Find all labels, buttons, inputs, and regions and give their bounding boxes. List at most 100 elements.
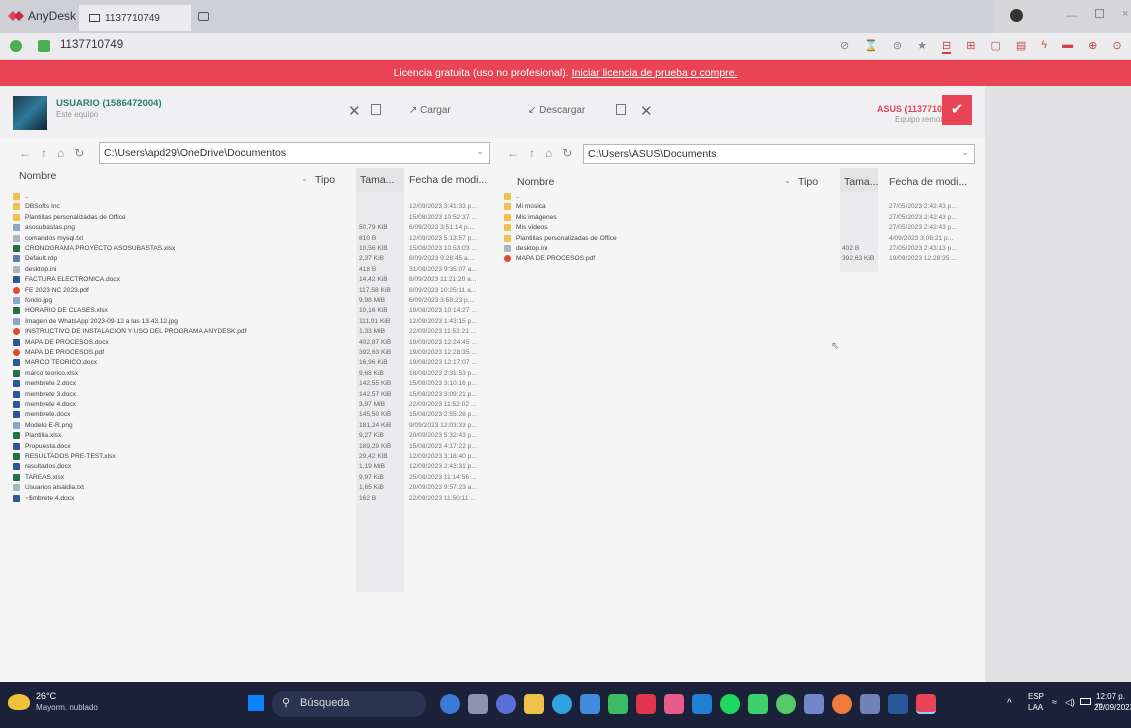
lang-sub-label[interactable]: LAA <box>1028 703 1043 712</box>
edge-icon[interactable] <box>552 694 572 714</box>
lang-label[interactable]: ESP <box>1028 692 1044 701</box>
refresh-icon[interactable]: ↻ <box>562 146 572 160</box>
file-row[interactable]: TAREAS.xlsx 9,97 KiB 25/08/2023 11:14:56 .… <box>0 473 492 484</box>
chrome-icon[interactable] <box>832 694 852 714</box>
weather-desc[interactable]: Mayorm. nublado <box>36 703 98 712</box>
close-icon[interactable]: ✕ <box>348 102 361 120</box>
file-row[interactable]: Plantillas personalizadas de Office 4/09/… <box>492 234 985 245</box>
sort-chevron-icon[interactable]: ⌄ <box>784 176 791 185</box>
profile-icon[interactable] <box>1010 9 1023 22</box>
file-row[interactable]: .. <box>0 192 492 203</box>
file-explorer-icon[interactable] <box>524 694 544 714</box>
app-grid-icon[interactable] <box>860 694 880 714</box>
back-icon[interactable]: ← <box>507 146 519 160</box>
store-icon[interactable] <box>580 694 600 714</box>
app-red-icon[interactable] <box>636 694 656 714</box>
new-folder-icon[interactable] <box>371 104 381 115</box>
file-row[interactable]: membrete 2.docx 142,55 KiB 15/08/2023 3:10… <box>0 379 492 390</box>
col-size[interactable]: Tama... <box>840 168 878 192</box>
minimize-icon[interactable]: — <box>1066 10 1077 22</box>
home-icon[interactable]: ⌂ <box>57 146 64 160</box>
file-row[interactable]: Propuesta.docx 189,29 KiB 15/08/2023 4:17:… <box>0 442 492 453</box>
wifi-icon[interactable]: ≈ <box>1052 697 1057 707</box>
plugin-icon[interactable]: ⊕ <box>1088 39 1097 54</box>
col-size[interactable]: Tama... <box>356 168 404 192</box>
new-folder-icon[interactable] <box>616 104 626 115</box>
home-icon[interactable]: ⌂ <box>545 146 552 160</box>
keyboard-icon[interactable]: ▬ <box>1062 39 1073 54</box>
file-row[interactable]: desktop.ini 418 B 31/08/2023 9:35:07 a... <box>0 265 492 276</box>
new-tab-icon[interactable] <box>198 12 209 21</box>
refresh-icon[interactable]: ↻ <box>74 146 84 160</box>
col-type[interactable]: Tipo <box>798 176 818 188</box>
hourglass-icon[interactable]: ⌛ <box>864 39 878 54</box>
start-icon[interactable] <box>248 695 264 711</box>
weather-temp[interactable]: 26°C <box>36 691 56 701</box>
file-row[interactable]: .. <box>492 192 985 203</box>
teams-icon[interactable] <box>804 694 824 714</box>
sort-chevron-icon[interactable]: ⌄ <box>301 174 308 183</box>
file-row[interactable]: desktop.ini 402 B 27/05/2023 2:43:13 p... <box>492 244 985 255</box>
file-row[interactable]: membrete.docx 145,50 KiB 15/08/2023 2:55:2… <box>0 410 492 421</box>
file-row[interactable]: Imagen de WhatsApp 2023-09-12 a las 13.4… <box>0 317 492 328</box>
file-row[interactable]: resultados.docx 1,19 MiB 12/09/2023 2:43:3… <box>0 462 492 473</box>
app-pink-icon[interactable] <box>664 694 684 714</box>
file-row[interactable]: Mis imágenes 27/05/2023 2:42:43 p... <box>492 213 985 224</box>
file-row[interactable]: membrete 4.docx 3,97 MiB 22/09/2023 11:52:… <box>0 400 492 411</box>
monitor-icon[interactable]: ▢ <box>990 39 1000 54</box>
app-l-icon[interactable] <box>608 694 628 714</box>
settings-icon[interactable]: ⊜ <box>893 39 902 54</box>
notes-icon[interactable] <box>748 694 768 714</box>
record-icon[interactable]: ⊙ <box>1112 39 1121 54</box>
file-row[interactable]: membrete 3.docx 142,57 KiB 15/08/2023 3:09… <box>0 390 492 401</box>
battery-icon[interactable] <box>1080 698 1091 705</box>
file-row[interactable]: DBSofts Inc 12/09/2023 3:41:33 p... <box>0 202 492 213</box>
upload-button[interactable]: ↗ Cargar <box>409 105 451 116</box>
file-transfer-icon[interactable]: ⊟ <box>942 39 952 54</box>
action-icon[interactable]: ϟ <box>1041 39 1047 54</box>
volume-icon[interactable]: ◁) <box>1065 697 1075 708</box>
file-row[interactable]: INSTRUCTIVO DE INSTALACION Y USO DEL PRO… <box>0 327 492 338</box>
file-row[interactable]: Plantilla.xlsx 9,27 KiB 20/09/2023 5:32:43… <box>0 431 492 442</box>
file-row[interactable]: marco teorico.xlsx 9,68 KiB 18/08/2023 2:3… <box>0 369 492 380</box>
file-row[interactable]: Mis vídeos 27/05/2023 2:42:43 p... <box>492 223 985 234</box>
chat-app-icon[interactable] <box>496 694 516 714</box>
file-row[interactable]: comandos mysql.txt 810 B 12/09/2023 5:13:5… <box>0 234 492 245</box>
word-icon[interactable] <box>888 694 908 714</box>
file-row[interactable]: fondo.jpg 9,98 MiB 6/09/2023 3:58:23 p.... <box>0 296 492 307</box>
back-icon[interactable]: ← <box>19 146 31 160</box>
file-row[interactable]: HORARIO DE CLASES.xlsx 10,16 KiB 19/08/202… <box>0 306 492 317</box>
col-name[interactable]: Nombre <box>19 170 56 182</box>
download-button[interactable]: ↙ Descargar <box>528 105 585 116</box>
file-row[interactable]: Modelo E-R.png 181,24 KiB 9/09/2023 12:03:… <box>0 421 492 432</box>
file-row[interactable]: MAPA DE PROCESOS.pdf 392,63 KiB 19/09/2023… <box>492 254 985 265</box>
file-row[interactable]: CRONOGRAMA PROYECTO ASOSUBASTAS.xlsx 10,5… <box>0 244 492 255</box>
file-row[interactable]: Default.rdp 2,37 KiB 8/09/2023 9:28:45 a..… <box>0 254 492 265</box>
close-icon[interactable]: × <box>1122 8 1128 20</box>
spotify-icon[interactable] <box>720 694 740 714</box>
license-link[interactable]: Iniciar licencia de prueba o compre. <box>572 67 738 79</box>
clock-date[interactable]: 22/09/2023 <box>1094 703 1131 712</box>
anydesk-taskbar-icon[interactable] <box>916 694 936 714</box>
file-row[interactable]: FE 2023 NC 2023.pdf 117,58 KiB 8/09/2023 1… <box>0 286 492 297</box>
file-row[interactable]: MARCO TEORICO.docx 16,96 KiB 19/08/2023 12… <box>0 358 492 369</box>
tab-session[interactable]: 1137710749 <box>79 5 191 31</box>
file-row[interactable]: ~$mbrete 4.docx 162 B 22/09/2023 11:50:11 … <box>0 494 492 505</box>
file-row[interactable]: Usuarios alsaldia.txt 1,65 KiB 20/09/2023 … <box>0 483 492 494</box>
search-box[interactable]: ⚲ Búsqueda <box>272 691 426 717</box>
local-path-input[interactable]: C:\Users\apd29\OneDrive\Documentos ⌄ <box>99 142 490 164</box>
remote-path-input[interactable]: C:\Users\ASUS\Documents ⌄ <box>583 144 975 164</box>
screen-icon[interactable]: ⊞ <box>966 39 975 54</box>
col-type[interactable]: Tipo <box>315 174 335 186</box>
whatsapp-icon[interactable] <box>776 694 796 714</box>
up-icon[interactable]: ↑ <box>41 146 47 160</box>
file-row[interactable]: Plantillas personalizadas de Office 15/08… <box>0 213 492 224</box>
file-row[interactable]: asosubastas.png 50,79 KiB 6/09/2023 3:51:1… <box>0 223 492 234</box>
file-row[interactable]: Mi música 27/05/2023 2:42:43 p... <box>492 202 985 213</box>
close-icon[interactable]: ✕ <box>640 102 653 120</box>
vscode-icon[interactable] <box>692 694 712 714</box>
copilot-icon[interactable] <box>440 694 460 714</box>
file-row[interactable]: MAPA DE PROCESOS.docx 402,87 KiB 19/09/202… <box>0 338 492 349</box>
chevron-down-icon[interactable]: ⌄ <box>476 146 484 157</box>
col-date[interactable]: Fecha de modi... <box>409 174 487 186</box>
